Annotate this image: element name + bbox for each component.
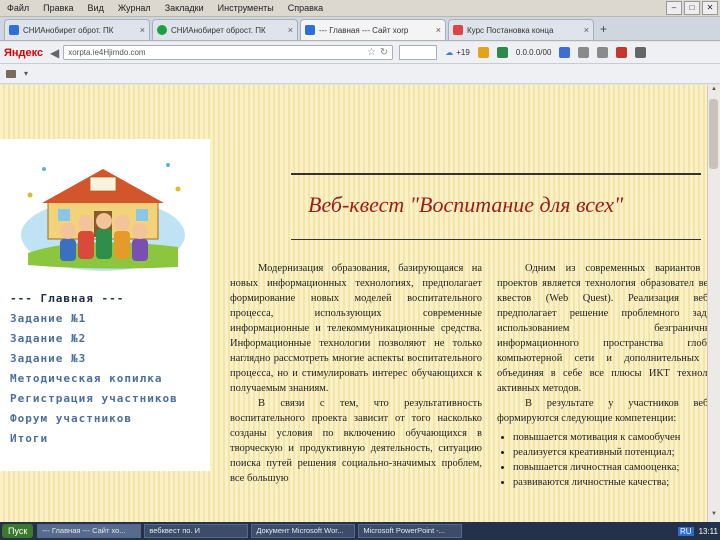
home-icon[interactable] <box>578 47 590 58</box>
menu-bookmarks[interactable]: Закладки <box>158 3 211 13</box>
taskbar-item[interactable]: Microsoft PowerPoint -... <box>358 524 463 538</box>
yandex-logo[interactable]: Яндекс <box>4 47 43 59</box>
browser-tab[interactable]: СНИАнобирет оброст. ПК × <box>152 19 298 40</box>
menu-file[interactable]: Файл <box>0 3 36 13</box>
toolbar-app-icon[interactable] <box>477 47 489 58</box>
menu-tools[interactable]: Инструменты <box>211 3 281 13</box>
maximize-button[interactable]: □ <box>684 1 700 15</box>
nav-item-forum[interactable]: Форум участников <box>10 409 178 429</box>
tab-favicon-icon <box>9 25 19 35</box>
scroll-up-icon[interactable]: ▲ <box>709 86 719 96</box>
tab-favicon-icon <box>305 25 315 35</box>
tab-favicon-icon <box>157 25 167 35</box>
nav-item-registration[interactable]: Регистрация участников <box>10 389 178 409</box>
browser-tab[interactable]: Курс Постановка конца × <box>448 19 594 40</box>
list-item: реализуется креативный потенциал; <box>513 445 708 460</box>
nav-item-task-2[interactable]: Задание №2 <box>10 329 178 349</box>
paragraph: Одним из современных вариантов м проекто… <box>497 263 708 394</box>
content-column-left: Модернизация образования, базирующаяся н… <box>230 261 482 486</box>
bookmarks-icon[interactable] <box>597 47 609 58</box>
content-column-right: Одним из современных вариантов м проекто… <box>497 261 708 490</box>
taskbar-item[interactable]: Документ Microsoft Wor... <box>251 524 356 538</box>
taskbar-item[interactable]: вебквест по. И <box>144 524 249 538</box>
paragraph: В связи с тем, что результативность восп… <box>230 398 482 484</box>
nav-item-methodical-collection[interactable]: Методическая копилка <box>10 369 178 389</box>
reload-icon[interactable]: ↻ <box>380 47 388 58</box>
paragraph: В результате у участников веб-к формирую… <box>497 398 708 424</box>
tab-close-icon[interactable]: × <box>140 25 145 35</box>
list-item: повышается мотивация к самообучен <box>513 430 708 445</box>
taskbar-item[interactable]: --- Главная --- Сайт хо... <box>37 524 142 538</box>
page-title: Веб-квест "Воспитание для всех" <box>308 192 624 217</box>
window-controls: – □ ✕ <box>666 1 718 15</box>
chevron-down-icon[interactable]: ▾ <box>24 69 28 78</box>
web-page: Веб-квест "Воспитание для всех" --- Глав… <box>0 85 708 522</box>
toolbar-app-icon[interactable] <box>496 47 508 58</box>
nav-item-home[interactable]: --- Главная --- <box>10 289 178 309</box>
nav-item-results[interactable]: Итоги <box>10 429 178 449</box>
competencies-list: повышается мотивация к самообучен реализ… <box>497 430 708 490</box>
system-tray: RU 13:11 <box>678 526 718 536</box>
back-arrow-icon[interactable]: ◀ <box>50 46 59 60</box>
menu-help[interactable]: Справка <box>281 3 330 13</box>
site-navigation: --- Главная --- Задание №1 Задание №2 За… <box>10 289 178 449</box>
school-children-logo <box>21 163 185 271</box>
browser-menubar: Файл Правка Вид Журнал Закладки Инструме… <box>0 0 720 17</box>
menu-edit[interactable]: Правка <box>36 3 80 13</box>
tab-label: --- Главная --- Сайт xorp <box>319 25 409 35</box>
tab-close-icon[interactable]: × <box>584 25 589 35</box>
scroll-down-icon[interactable]: ▼ <box>709 511 719 521</box>
windows-taskbar: Пуск --- Главная --- Сайт хо... вебквест… <box>0 522 720 540</box>
bookmark-star-icon[interactable]: ☆ <box>367 47 376 58</box>
navigation-toolbar: Яндекс ◀ xorpta.ie4Hjimdo.com ☆ ↻ ☁ +19 … <box>0 42 720 64</box>
nav-item-task-3[interactable]: Задание №3 <box>10 349 178 369</box>
search-input[interactable] <box>399 45 438 60</box>
bookmarks-bar: ▾ <box>0 64 720 84</box>
tab-close-icon[interactable]: × <box>436 25 441 35</box>
bookmark-folder-icon[interactable] <box>6 69 16 78</box>
browser-tab-active[interactable]: --- Главная --- Сайт xorp × <box>300 19 446 40</box>
tab-label: Курс Постановка конца <box>467 25 554 35</box>
minimize-button[interactable]: – <box>666 1 682 15</box>
sidebar: --- Главная --- Задание №1 Задание №2 За… <box>0 139 210 471</box>
close-window-button[interactable]: ✕ <box>702 1 718 15</box>
tab-favicon-icon <box>453 25 463 35</box>
address-bar[interactable]: xorpta.ie4Hjimdo.com ☆ ↻ <box>63 45 394 60</box>
cloud-counter[interactable]: ☁ +19 <box>445 48 470 57</box>
download-icon[interactable] <box>559 47 571 58</box>
language-indicator[interactable]: RU <box>678 526 694 536</box>
menu-history[interactable]: Журнал <box>111 3 158 13</box>
list-item: развиваются личностные качества; <box>513 475 708 490</box>
weather-widget[interactable]: 0.0.0.0/00 <box>516 48 552 57</box>
clock[interactable]: 13:11 <box>699 527 718 536</box>
title-top-rule <box>291 173 701 175</box>
vertical-scrollbar[interactable]: ▲ ▼ <box>707 85 720 522</box>
cloud-icon: ☁ <box>445 48 454 57</box>
addon-icon[interactable] <box>616 47 628 58</box>
menu-view[interactable]: Вид <box>81 3 111 13</box>
browser-tab[interactable]: СНИАнобирет оброт. ПК × <box>4 19 150 40</box>
tab-strip: СНИАнобирет оброт. ПК × СНИАнобирет обро… <box>0 17 720 41</box>
title-bottom-rule <box>291 239 701 240</box>
menu-icon[interactable] <box>635 47 647 58</box>
tab-label: СНИАнобирет оброт. ПК <box>23 25 114 35</box>
start-button[interactable]: Пуск <box>2 524 34 538</box>
list-item: повышается личностная самооценка; <box>513 460 708 475</box>
tab-close-icon[interactable]: × <box>288 25 293 35</box>
new-tab-button[interactable]: + <box>600 22 607 36</box>
scrollbar-thumb[interactable] <box>709 99 718 169</box>
url-text: xorpta.ie4Hjimdo.com <box>68 48 146 57</box>
nav-item-task-1[interactable]: Задание №1 <box>10 309 178 329</box>
paragraph: Модернизация образования, базирующаяся н… <box>230 263 482 394</box>
tab-label: СНИАнобирет оброст. ПК <box>171 25 266 35</box>
